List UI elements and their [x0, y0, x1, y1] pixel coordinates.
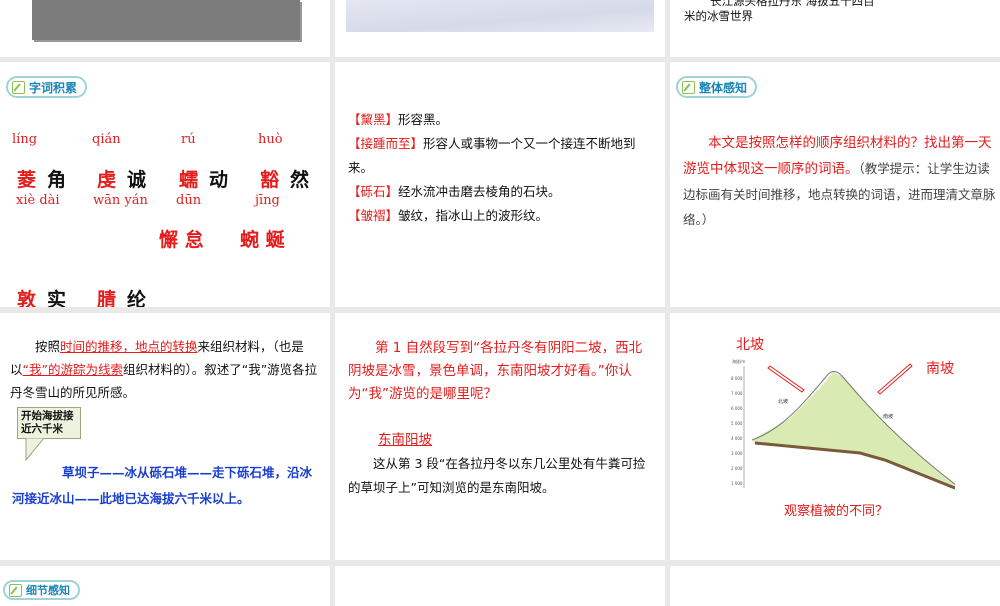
word-char: 角 [47, 169, 67, 191]
word: 蜿 蜒 [240, 229, 285, 251]
word-char: 动 [209, 169, 229, 191]
slide-thumbnail-4[interactable]: 字词积累 líng qián rú huò 菱角 虔诚 蠕动 豁然 xiè dà… [0, 62, 330, 307]
slide-thumbnail-3[interactable]: 长江源头格拉丹东 海拔五十四百 米的冰雪世界 [670, 0, 1000, 57]
pinyin: wān yán [93, 193, 148, 208]
definition-item: 【黧黑】形容黑。 [348, 112, 449, 127]
slide-caption: 长江源头格拉丹东 海拔五十四百 [710, 0, 875, 8]
axis-tick: 4 000 [731, 436, 743, 441]
slide-thumbnail-7[interactable]: 按照时间的推移，地点的转换来组织材料，（也是以“我”的游踪为线索组织材料的）。叙… [0, 313, 330, 560]
diagram-label: 南坡 [883, 413, 893, 420]
mountain-vegetation-diagram: 海拔/m 8 000 7 000 6 000 5 000 4 000 3 000… [731, 358, 955, 490]
slide-thumbnail-9[interactable]: 北坡 南坡 海拔/m 8 000 7 000 6 000 5 000 4 000… [670, 313, 1000, 560]
section-badge: 整体感知 [676, 76, 758, 98]
slide-thumbnail-10[interactable]: 细节感知 [0, 566, 330, 606]
pinyin: líng [12, 132, 38, 147]
badge-label: 整体感知 [699, 80, 748, 95]
question-text: 第 1 自然段写到“各拉丹冬有阴阳二坡，西北阴坡是冰雪，景色单调，东南阳坡才好看… [348, 340, 643, 402]
badge-label: 细节感知 [26, 584, 70, 597]
word-char: 蠕 [179, 169, 199, 191]
slide-thumbnail-8[interactable]: 第 1 自然段写到“各拉丹冬有阴阳二坡，西北阴坡是冰雪，景色单调，东南阳坡才好看… [335, 313, 665, 560]
axis-tick: 3 000 [731, 451, 743, 456]
callout-box: 开始海拔接近六千米 [17, 407, 81, 439]
pinyin: qián [92, 132, 121, 147]
word-char: 菱 [17, 169, 37, 191]
word-char: 纶 [127, 289, 147, 307]
diagram-label: 北坡 [778, 398, 788, 405]
word-char: 敦 [17, 289, 37, 307]
slide-thumbnail-1[interactable] [0, 0, 330, 57]
slide-image-snow [346, 0, 654, 32]
axis-tick: 2 000 [731, 466, 743, 471]
word-char: 腈 [97, 289, 117, 307]
edit-icon [12, 80, 25, 94]
pinyin: jīng [255, 193, 280, 208]
word: 懈 怠 [159, 229, 204, 251]
slide-thumbnail-5[interactable]: 【黧黑】形容黑。 【接踵而至】形容人或事物一个又一个接连不断地到来。 【砾石】经… [335, 62, 665, 307]
word-char: 诚 [127, 169, 147, 191]
word-char: 然 [290, 169, 310, 191]
edit-icon [9, 583, 22, 597]
word-char: 虔 [97, 169, 117, 191]
slide-image-gray [32, 0, 300, 40]
axis-title: 海拔/m [732, 358, 745, 364]
slide-thumbnail-2[interactable] [335, 0, 665, 57]
definition-item: 【砾石】经水流冲击磨去棱角的石块。 [348, 184, 561, 199]
definition-item: 【皱褶】皱纹，指冰山上的波形纹。 [348, 208, 549, 223]
slide-thumbnail-12[interactable] [670, 566, 1000, 606]
word-char: 豁 [260, 169, 280, 191]
slide-thumbnail-11[interactable] [335, 566, 665, 606]
slide-caption-2: 米的冰雪世界 [684, 9, 753, 23]
route-text: 草坝子——冰从砾石堆——走下砾石堆，沿冰河接近冰山——此地已达海拔六千米以上。 [12, 465, 313, 506]
pinyin: xiè dài [16, 193, 60, 208]
axis-tick: 6 000 [731, 406, 743, 411]
word-char: 实 [47, 289, 67, 307]
axis-tick: 1 000 [731, 481, 743, 486]
definition-item: 【接踵而至】形容人或事物一个又一个接连不断地到来。 [348, 136, 636, 175]
edit-icon [682, 80, 695, 94]
pinyin: rú [181, 132, 196, 147]
diagram-caption: 观察植被的不同？ [784, 504, 889, 519]
slide-thumbnail-6[interactable]: 整体感知 本文是按照怎样的顺序组织材料的？找出第一天游览中体现这一顺序的词语。（… [670, 62, 1000, 307]
axis-tick: 8 000 [731, 376, 743, 381]
axis-tick: 5 000 [731, 421, 743, 426]
explanation-text: 这从第 3 段“在各拉丹冬以东几公里处有牛粪可捡的草坝子上”可知浏览的是东南阳坡… [348, 456, 646, 495]
pinyin: huò [258, 132, 283, 147]
north-slope-label: 北坡 [736, 337, 764, 353]
section-badge: 字词积累 [6, 76, 88, 98]
pinyin: dūn [176, 193, 202, 208]
summary-paragraph: 按照时间的推移，地点的转换来组织材料，（也是以“我”的游踪为线索组织材料的）。叙… [10, 339, 318, 400]
section-badge: 细节感知 [3, 580, 80, 600]
answer-text: 东南阳坡 [378, 432, 432, 448]
axis-tick: 7 000 [731, 391, 743, 396]
badge-label: 字词积累 [29, 80, 78, 95]
